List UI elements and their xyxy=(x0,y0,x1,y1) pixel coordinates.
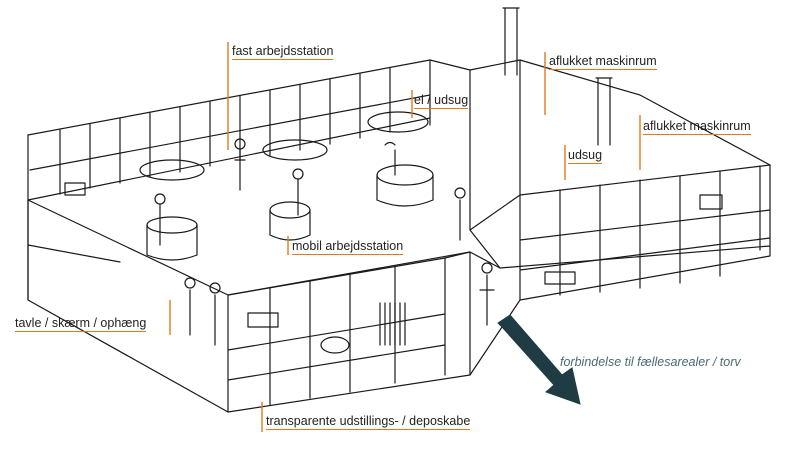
table-3 xyxy=(367,111,429,133)
label-aflukket-maskinrum-1: aflukket maskinrum xyxy=(549,54,657,70)
table-6 xyxy=(146,216,198,234)
label-udsug: udsug xyxy=(568,148,603,164)
machine-room-right xyxy=(519,164,771,301)
label-tavle: tavle / skærm / ophæng xyxy=(15,316,147,332)
label-mobil-arbejdsstation: mobil arbejdsstation xyxy=(292,239,404,255)
machine-room-center xyxy=(469,59,521,269)
label-fast-arbejdsstation: fast arbejdsstation xyxy=(232,44,334,60)
workshop-sketch xyxy=(27,7,771,432)
floor-outline xyxy=(27,199,771,413)
chimney-2 xyxy=(595,77,613,146)
table-5 xyxy=(269,201,311,219)
label-forbindelse: forbindelse til fællesarealer / torv xyxy=(560,355,741,369)
back-wall xyxy=(27,59,771,247)
display-cabinets xyxy=(227,257,446,413)
label-el-udsug: el / udsug xyxy=(414,93,469,109)
chimney-1 xyxy=(502,7,520,76)
label-transparente: transparente udstillings- / deposkabe xyxy=(266,414,471,430)
label-aflukket-maskinrum-2: aflukket maskinrum xyxy=(643,119,751,135)
table-4 xyxy=(376,164,434,186)
